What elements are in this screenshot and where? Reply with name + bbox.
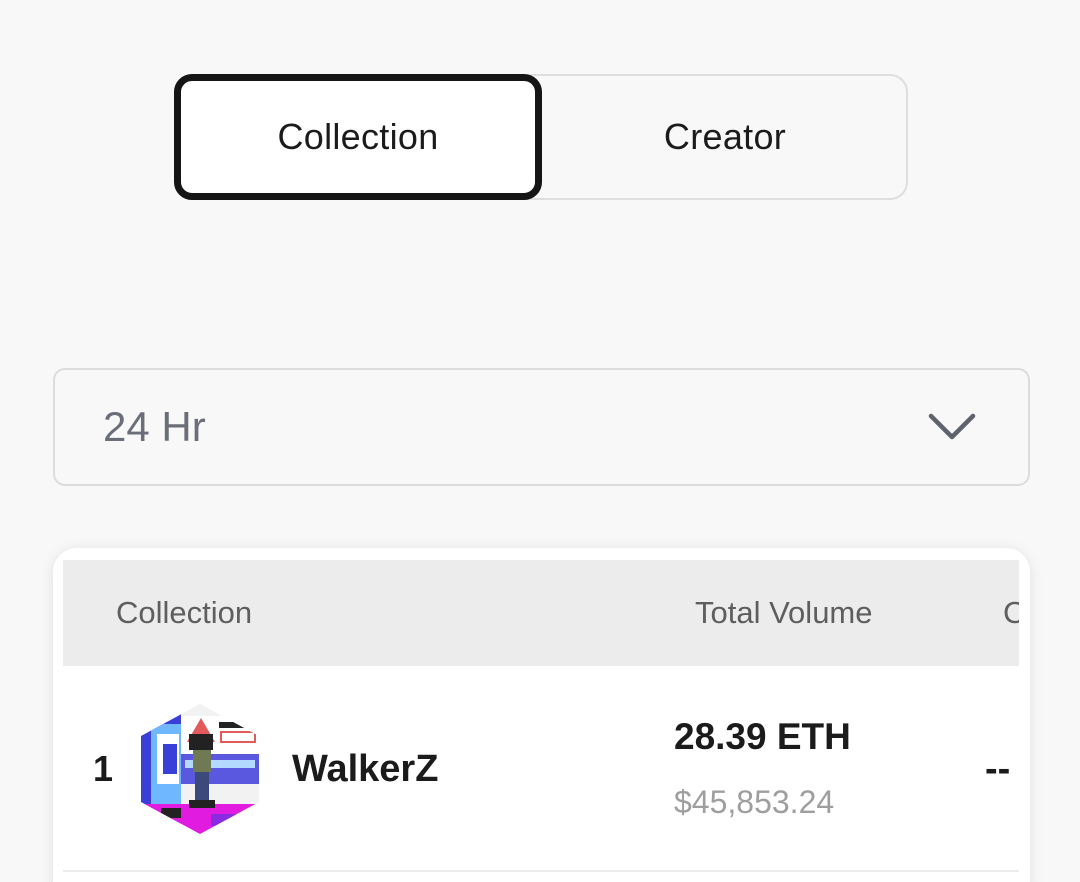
rankings-page: Collection Creator 24 Hr Collection Tota… [0, 0, 1080, 882]
table-header: Collection Total Volume C [63, 560, 1019, 666]
time-period-value: 24 Hr [103, 403, 206, 450]
volume-eth: 28.39 ETH [674, 716, 851, 757]
rank-number: 1 [93, 748, 114, 789]
ranking-type-toggle: Collection Creator [174, 74, 908, 200]
tab-collection-label: Collection [277, 116, 439, 157]
tab-collection[interactable]: Collection [174, 74, 542, 200]
chevron-down-icon [928, 413, 976, 440]
column-header-total-volume[interactable]: Total Volume [695, 560, 873, 666]
rankings-table: Collection Total Volume C 1 WalkerZ 28.3… [53, 548, 1030, 882]
collection-name[interactable]: WalkerZ [292, 666, 438, 870]
time-period-select[interactable]: 24 Hr [53, 368, 1030, 486]
table-row[interactable]: 1 WalkerZ 28.39 ETH $45,853.24 -- [63, 666, 1019, 872]
column-header-collection[interactable]: Collection [116, 560, 252, 666]
partial-column-value: -- [985, 748, 1011, 790]
tab-creator-label: Creator [663, 116, 787, 157]
volume-usd: $45,853.24 [674, 784, 835, 820]
collection-avatar [141, 704, 259, 834]
tab-creator[interactable]: Creator [542, 76, 908, 198]
column-header-partial[interactable]: C [1003, 560, 1019, 666]
